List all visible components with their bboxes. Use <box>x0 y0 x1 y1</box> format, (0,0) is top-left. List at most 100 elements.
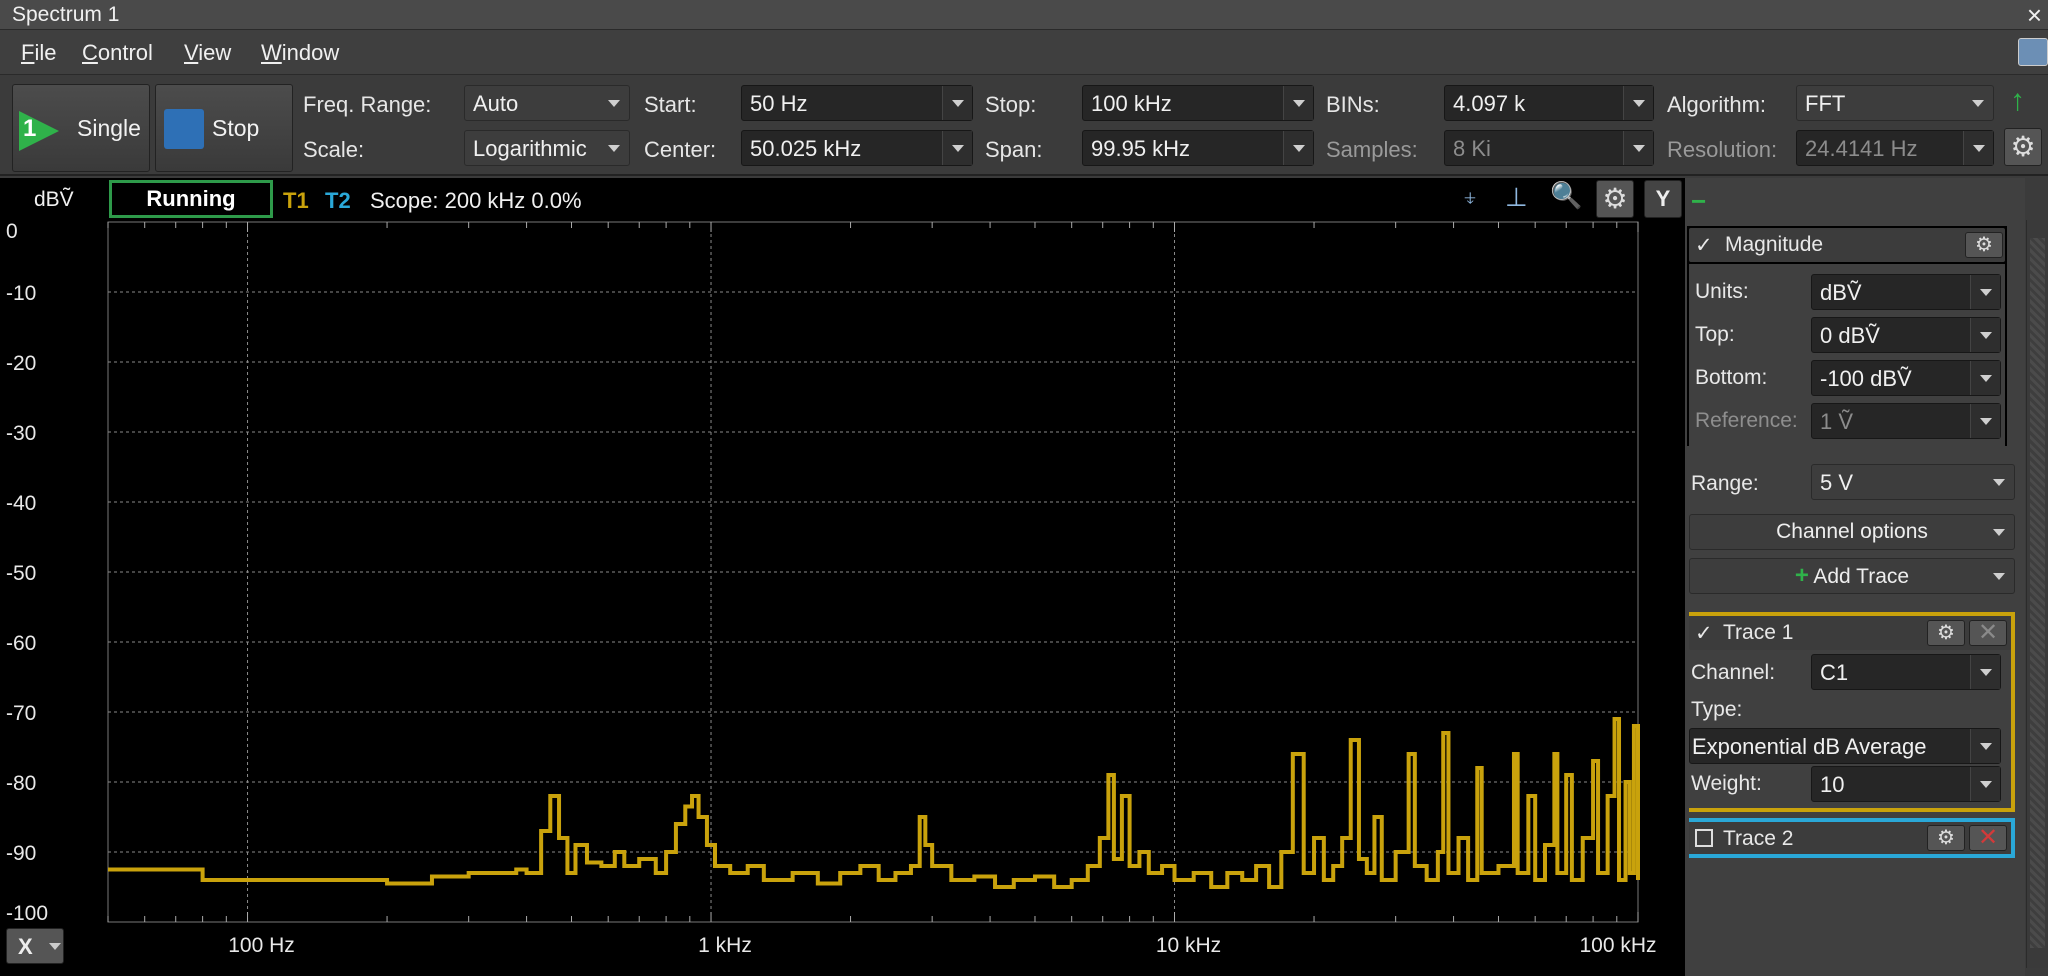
trace-1-remove-icon[interactable]: ✕ <box>1969 620 2007 646</box>
plot-settings-gear-icon[interactable]: ⚙ <box>1596 180 1634 218</box>
type-label: Type: <box>1691 698 1743 721</box>
scale-select[interactable]: Logarithmic <box>464 130 630 166</box>
chevron-down-icon[interactable] <box>1970 361 2000 395</box>
start-label: Start: <box>644 92 697 117</box>
menu-file[interactable]: File <box>21 40 56 66</box>
chevron-down-icon <box>1970 655 2000 689</box>
magnitude-gear-icon[interactable]: ⚙ <box>1965 232 2003 258</box>
chevron-down-icon <box>49 943 61 950</box>
zoom-icon[interactable]: 🔍 <box>1550 180 1582 211</box>
chevron-down-icon[interactable] <box>942 86 972 120</box>
baseline-marker-icon[interactable]: ⊥ <box>1505 182 1528 213</box>
collapse-minus-icon[interactable]: − <box>1691 186 1706 217</box>
bottom-input[interactable]: -100 dBṼ <box>1811 360 2001 396</box>
panel-scrollbar[interactable] <box>2026 220 2048 968</box>
chevron-down-icon[interactable] <box>1623 86 1653 120</box>
type-select[interactable]: Exponential dB Average <box>1689 728 2001 764</box>
menu-control[interactable]: Control <box>82 40 153 66</box>
trace-2-remove-icon[interactable]: ✕ <box>1969 825 2007 851</box>
chevron-down-icon[interactable] <box>1283 131 1313 165</box>
bins-label: BINs: <box>1326 92 1380 117</box>
freq-range-label: Freq. Range: <box>303 92 432 117</box>
t2-toggle[interactable]: T2 <box>325 188 351 214</box>
settings-gear-icon[interactable]: ⚙ <box>2004 128 2042 166</box>
trace-2-checkbox[interactable] <box>1695 829 1713 847</box>
y-tick-label: -50 <box>6 562 36 585</box>
trace-1-gear-icon[interactable]: ⚙ <box>1927 620 1965 646</box>
span-input[interactable]: 99.95 kHz <box>1082 130 1314 166</box>
trace-2-gear-icon[interactable]: ⚙ <box>1927 825 1965 851</box>
range-select[interactable]: 5 V <box>1811 464 2015 500</box>
top-value: 0 dBṼ <box>1820 323 1880 348</box>
bottom-value: -100 dBṼ <box>1820 366 1912 391</box>
freq-range-value: Auto <box>473 91 519 116</box>
menu-window[interactable]: Window <box>261 40 339 66</box>
spectrum-plot[interactable]: 0 -10 -20 -30 -40 -50 -60 -70 -80 -90 -100 100 Hz 1… <box>0 178 1685 976</box>
stop-freq-value: 100 kHz <box>1091 91 1172 116</box>
arrow-up-icon[interactable]: ↑ <box>2010 84 2025 118</box>
reference-input[interactable]: 1 Ṽ <box>1811 403 2001 439</box>
window-restore-icon[interactable] <box>2018 38 2048 66</box>
chevron-down-icon[interactable] <box>1623 131 1653 165</box>
chevron-down-icon[interactable] <box>1970 318 2000 352</box>
x-tick-label: 100 Hz <box>228 934 295 957</box>
top-input[interactable]: 0 dBṼ <box>1811 317 2001 353</box>
chevron-down-icon[interactable] <box>1963 131 1993 165</box>
channel-panel: − ✓ Magnitude ⚙ Units: dBṼ Top: 0 dBṼ Bo… <box>1685 178 2025 976</box>
channel-select[interactable]: C1 <box>1811 654 2001 690</box>
chevron-down-icon[interactable] <box>1970 767 2000 801</box>
trace-2-section[interactable]: Trace 2 ⚙ ✕ <box>1689 818 2015 858</box>
trace-1-check-icon[interactable]: ✓ <box>1695 621 1713 646</box>
chevron-down-icon[interactable] <box>942 131 972 165</box>
stop-freq-label: Stop: <box>985 92 1037 117</box>
resolution-label: Resolution: <box>1667 137 1778 162</box>
chevron-down-icon[interactable] <box>1970 404 2000 438</box>
channel-options-button[interactable]: Channel options <box>1689 514 2015 550</box>
algorithm-select[interactable]: FFT <box>1796 85 1994 121</box>
span-label: Span: <box>985 137 1043 162</box>
trace-1-header[interactable]: ✓ Trace 1 ⚙ ✕ <box>1689 616 2011 650</box>
y-tick-label: -10 <box>6 282 36 305</box>
chevron-down-icon <box>1984 465 2014 499</box>
chevron-down-icon <box>599 86 629 120</box>
single-label: Single <box>77 115 141 141</box>
bottom-label: Bottom: <box>1695 366 1768 389</box>
bins-input[interactable]: 4.097 k <box>1444 85 1654 121</box>
samples-input[interactable]: 8 Ki <box>1444 130 1654 166</box>
stop-freq-input[interactable]: 100 kHz <box>1082 85 1314 121</box>
scope-info: Scope: 200 kHz 0.0% <box>370 188 582 213</box>
scale-value: Logarithmic <box>473 136 587 161</box>
y-tick-label: -80 <box>6 772 36 795</box>
channel-options-label: Channel options <box>1776 520 1928 543</box>
single-button[interactable]: 1 Single <box>12 84 150 172</box>
y-axis-button[interactable]: Y <box>1644 180 1682 218</box>
y-tick-label: -20 <box>6 352 36 375</box>
magnitude-header[interactable]: ✓ Magnitude ⚙ <box>1689 228 2005 262</box>
x-axis-button[interactable]: X <box>6 928 64 964</box>
plus-icon: + <box>1794 562 1809 589</box>
cursor-marker-icon[interactable]: ⍖ <box>1462 182 1478 214</box>
center-input[interactable]: 50.025 kHz <box>741 130 973 166</box>
add-trace-button[interactable]: + Add Trace <box>1689 558 2015 594</box>
center-value: 50.025 kHz <box>750 136 862 161</box>
stop-label: Stop <box>212 115 260 141</box>
start-input[interactable]: 50 Hz <box>741 85 973 121</box>
trace-2-title: Trace 2 <box>1723 827 1794 850</box>
channel-value: C1 <box>1820 660 1849 685</box>
x-tick-label: 1 kHz <box>698 934 752 957</box>
resolution-input[interactable]: 24.4141 Hz <box>1796 130 1994 166</box>
stop-button[interactable]: Stop <box>155 84 293 172</box>
weight-input[interactable]: 10 <box>1811 766 2001 802</box>
close-icon[interactable]: × <box>2027 0 2042 31</box>
scrollbar-thumb[interactable] <box>2030 238 2045 948</box>
t1-toggle[interactable]: T1 <box>283 188 309 214</box>
window-title: Spectrum 1 <box>12 3 120 26</box>
chevron-down-icon[interactable] <box>1283 86 1313 120</box>
y-tick-label: -60 <box>6 632 36 655</box>
start-value: 50 Hz <box>750 91 808 116</box>
magnitude-check-icon[interactable]: ✓ <box>1695 233 1713 258</box>
freq-range-select[interactable]: Auto <box>464 85 630 121</box>
menu-view[interactable]: View <box>184 40 231 66</box>
x-tick-label: 10 kHz <box>1156 934 1221 957</box>
units-select[interactable]: dBṼ <box>1811 274 2001 310</box>
